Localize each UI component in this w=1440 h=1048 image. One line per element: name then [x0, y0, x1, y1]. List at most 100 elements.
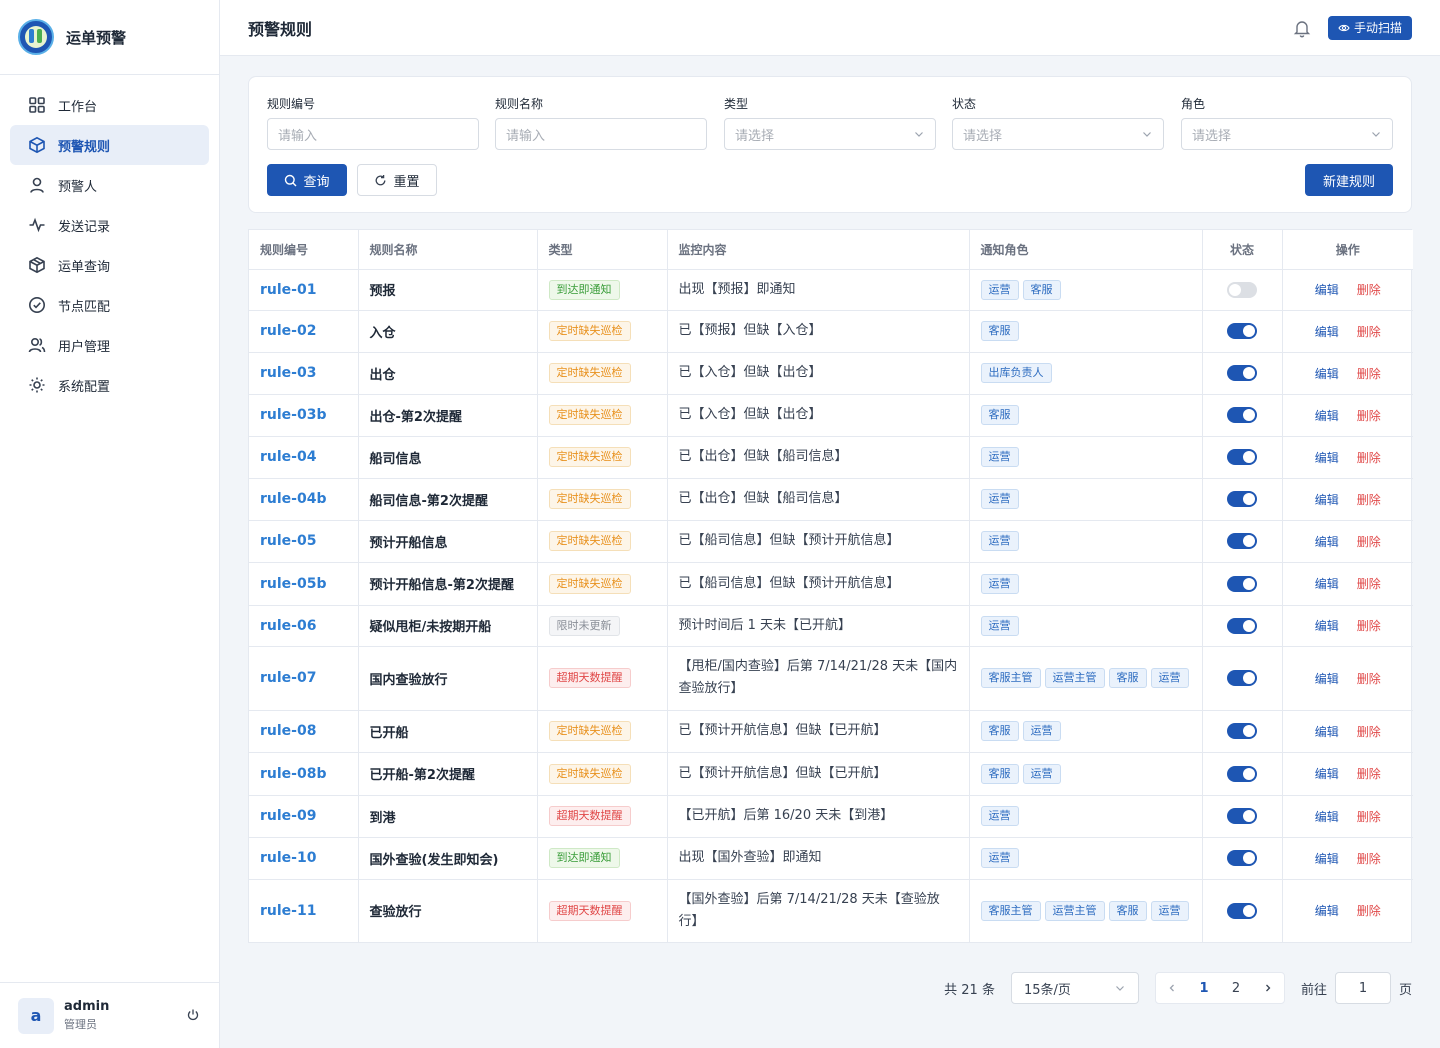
bell-icon[interactable]: [1292, 18, 1312, 38]
edit-button[interactable]: 编辑: [1315, 619, 1339, 633]
delete-button[interactable]: 删除: [1357, 767, 1381, 781]
rule-id-link[interactable]: rule-01: [260, 282, 316, 298]
edit-button[interactable]: 编辑: [1315, 283, 1339, 297]
rule-id-link[interactable]: rule-02: [260, 323, 316, 339]
edit-button[interactable]: 编辑: [1315, 672, 1339, 686]
edit-button[interactable]: 编辑: [1315, 904, 1339, 918]
next-page-button[interactable]: [1252, 973, 1284, 1003]
type-cell: 定时缺失巡检: [537, 562, 668, 606]
edit-button[interactable]: 编辑: [1315, 451, 1339, 465]
status-toggle[interactable]: [1227, 281, 1257, 298]
delete-button[interactable]: 删除: [1357, 367, 1381, 381]
status-toggle[interactable]: [1227, 723, 1257, 739]
delete-button[interactable]: 删除: [1357, 283, 1381, 297]
edit-button[interactable]: 编辑: [1315, 577, 1339, 591]
status-toggle[interactable]: [1227, 765, 1257, 782]
rule-name-cell: 到港: [358, 795, 538, 838]
delete-button[interactable]: 删除: [1357, 451, 1381, 465]
rule-id-link[interactable]: rule-05b: [260, 576, 326, 592]
sidebar-item-node-match[interactable]: 节点匹配: [10, 285, 209, 325]
status-toggle[interactable]: [1227, 808, 1257, 824]
rule-id-link[interactable]: rule-05: [260, 533, 316, 549]
delete-button[interactable]: 删除: [1357, 577, 1381, 591]
delete-button[interactable]: 删除: [1357, 904, 1381, 918]
goto-page-input[interactable]: 1: [1334, 972, 1391, 1004]
roles-cell: 运营: [969, 562, 1203, 606]
edit-button[interactable]: 编辑: [1315, 767, 1339, 781]
monitor-content: 【已开航】后第 16/20 天未【到港】: [667, 795, 970, 838]
rule-id-link[interactable]: rule-04: [260, 449, 316, 465]
role-tag: 运营主管: [1044, 668, 1105, 688]
type-tag: 定时缺失巡检: [548, 489, 631, 509]
delete-button[interactable]: 删除: [1357, 493, 1381, 507]
edit-button[interactable]: 编辑: [1315, 852, 1339, 866]
rule-id-link[interactable]: rule-08b: [260, 766, 326, 782]
type-placeholder: 请选择: [735, 128, 775, 144]
edit-button[interactable]: 编辑: [1315, 325, 1339, 339]
status-toggle[interactable]: [1227, 617, 1257, 634]
edit-button[interactable]: 编辑: [1315, 409, 1339, 423]
rule-id-link[interactable]: rule-08: [260, 723, 316, 739]
status-toggle[interactable]: [1227, 533, 1257, 549]
reset-button[interactable]: 重置: [357, 164, 437, 196]
role-select[interactable]: 请选择: [1181, 118, 1393, 150]
page-button[interactable]: 2: [1220, 973, 1252, 1003]
new-rule-button[interactable]: 新建规则: [1305, 164, 1393, 196]
page-button[interactable]: 1: [1188, 973, 1220, 1003]
manual-scan-label: 手动扫描: [1353, 21, 1402, 35]
delete-button[interactable]: 删除: [1357, 325, 1381, 339]
table-row: rule-03 出仓 定时缺失巡检 已【入仓】但缺【出仓】 出库负责人 编辑 删除: [249, 352, 1413, 395]
status-toggle[interactable]: [1227, 902, 1257, 919]
sidebar-item-send-log[interactable]: 发送记录: [10, 205, 209, 245]
delete-button[interactable]: 删除: [1357, 852, 1381, 866]
status-toggle[interactable]: [1227, 323, 1257, 339]
status-toggle[interactable]: [1227, 365, 1257, 381]
query-button[interactable]: 查询: [267, 164, 347, 196]
page-size-select[interactable]: 15条/页: [1010, 972, 1139, 1004]
status-toggle[interactable]: [1227, 670, 1257, 686]
sidebar-item-system-config[interactable]: 系统配置: [10, 365, 209, 405]
sidebar-item-dashboard[interactable]: 工作台: [10, 85, 209, 125]
delete-button[interactable]: 删除: [1357, 810, 1381, 824]
type-tag: 超期天数提醒: [548, 668, 631, 688]
edit-button[interactable]: 编辑: [1315, 810, 1339, 824]
edit-button[interactable]: 编辑: [1315, 367, 1339, 381]
monitor-content: 已【出仓】但缺【船司信息】: [667, 436, 970, 479]
rule-id-input[interactable]: 请输入: [267, 118, 479, 150]
delete-button[interactable]: 删除: [1357, 672, 1381, 686]
edit-button[interactable]: 编辑: [1315, 493, 1339, 507]
rule-id-link[interactable]: rule-11: [260, 903, 316, 919]
sidebar-item-user-management[interactable]: 用户管理: [10, 325, 209, 365]
power-icon[interactable]: [186, 1008, 200, 1022]
status-toggle[interactable]: [1227, 575, 1257, 592]
rule-id-link[interactable]: rule-10: [260, 850, 316, 866]
rule-id-link[interactable]: rule-09: [260, 808, 316, 824]
status-toggle[interactable]: [1227, 407, 1257, 423]
delete-button[interactable]: 删除: [1357, 535, 1381, 549]
delete-button[interactable]: 删除: [1357, 725, 1381, 739]
sidebar-item-rules[interactable]: 预警规则: [10, 125, 209, 165]
status-select[interactable]: 请选择: [952, 118, 1164, 150]
sidebar-item-waybill-query[interactable]: 运单查询: [10, 245, 209, 285]
rule-id-link[interactable]: rule-03b: [260, 407, 326, 423]
status-toggle[interactable]: [1227, 850, 1257, 866]
total-count: 共 21 条: [944, 982, 995, 998]
delete-button[interactable]: 删除: [1357, 619, 1381, 633]
edit-button[interactable]: 编辑: [1315, 535, 1339, 549]
rule-id-link[interactable]: rule-07: [260, 670, 316, 686]
prev-page-button[interactable]: [1156, 973, 1188, 1003]
user-box: a admin 管理员: [0, 982, 220, 1048]
status-toggle[interactable]: [1227, 449, 1257, 465]
rule-id-link[interactable]: rule-03: [260, 365, 316, 381]
rule-name-cell: 查验放行: [358, 879, 538, 942]
rule-name-input[interactable]: 请输入: [495, 118, 707, 150]
sidebar-item-alert-person[interactable]: 预警人: [10, 165, 209, 205]
type-select[interactable]: 请选择: [724, 118, 936, 150]
manual-scan-button[interactable]: 手动扫描: [1327, 15, 1412, 40]
rule-id-link[interactable]: rule-06: [260, 618, 316, 634]
status-toggle[interactable]: [1227, 491, 1257, 507]
rule-id-link[interactable]: rule-04b: [260, 491, 326, 507]
actions-cell: 编辑 删除: [1282, 394, 1413, 437]
delete-button[interactable]: 删除: [1357, 409, 1381, 423]
edit-button[interactable]: 编辑: [1315, 725, 1339, 739]
